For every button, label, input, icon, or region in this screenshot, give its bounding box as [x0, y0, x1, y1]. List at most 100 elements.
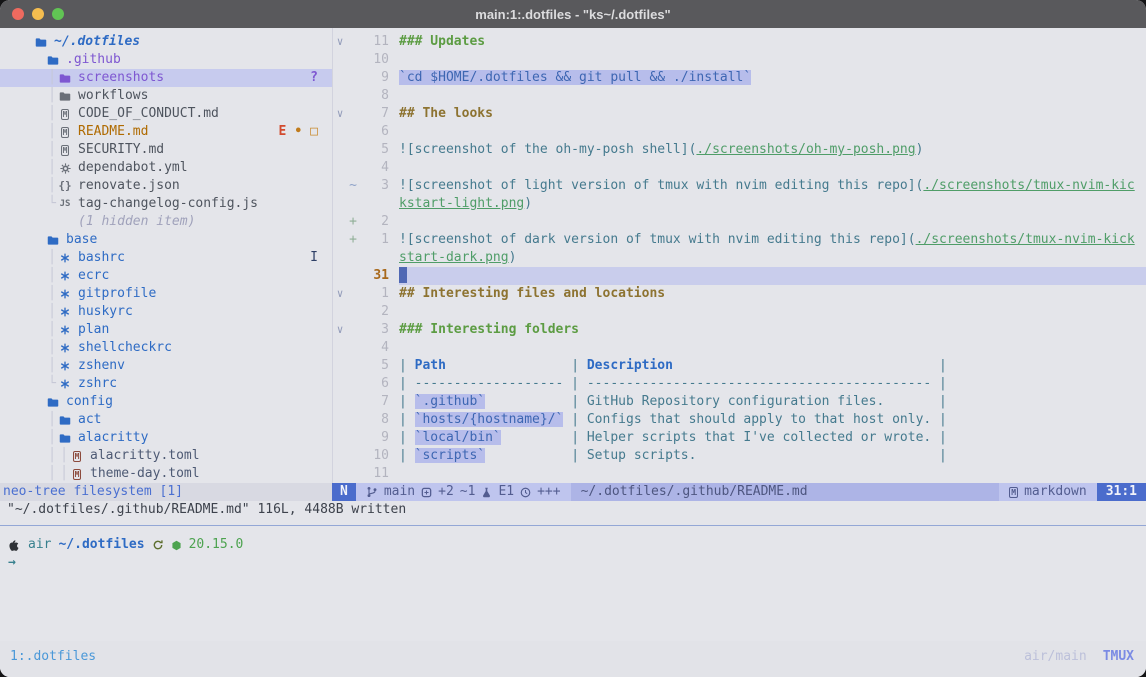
editor-line[interactable]: 9| `local/bin` | Helper scripts that I'v… — [333, 429, 1146, 447]
editor-line[interactable]: ∨11### Updates — [333, 33, 1146, 51]
editor-line[interactable]: kstart-light.png) — [333, 195, 1146, 213]
folder-icon — [34, 37, 48, 48]
fold-marker — [333, 195, 347, 213]
tree-item-shellcheckrc[interactable]: │shellcheckrc — [0, 339, 332, 357]
editor-line[interactable]: 6 — [333, 123, 1146, 141]
prompt-hostname: air — [28, 536, 51, 554]
fold-marker[interactable]: ∨ — [333, 321, 347, 339]
editor-line[interactable]: 8 — [333, 87, 1146, 105]
tree-item-label: huskyrc — [78, 303, 133, 321]
toml-icon: M — [70, 469, 84, 480]
shell-pane[interactable]: air ~/.dotfiles 20.15.0 → — [0, 526, 1146, 641]
zoom-button[interactable] — [52, 8, 64, 20]
editor-line[interactable]: 7| `.github` | GitHub Repository configu… — [333, 393, 1146, 411]
line-number: 5 — [359, 141, 399, 159]
tree-item-huskyrc[interactable]: │ huskyrc — [0, 303, 332, 321]
folder-icon — [46, 397, 60, 408]
editor-line[interactable]: +1![screenshot of dark version of tmux w… — [333, 231, 1146, 249]
braces-icon: {} — [58, 177, 72, 195]
tree-item-zshenv[interactable]: │zshenv — [0, 357, 332, 375]
close-button[interactable] — [12, 8, 24, 20]
editor-line[interactable]: 2 — [333, 303, 1146, 321]
line-number: 1 — [359, 285, 399, 303]
line-number: 7 — [359, 105, 399, 123]
editor-buffer[interactable]: ∨11### Updates109`cd $HOME/.dotfiles && … — [332, 28, 1146, 483]
tree-item-readme.md[interactable]: │MREADME.mdE•□ — [0, 123, 332, 141]
fold-marker — [333, 429, 347, 447]
tree-item-dependabot.yml[interactable]: │dependabot.yml — [0, 159, 332, 177]
tree-item-code-of-conduct.md[interactable]: │MCODE_OF_CONDUCT.md — [0, 105, 332, 123]
git-sign — [347, 411, 359, 429]
line-number: 10 — [359, 51, 399, 69]
window-title: main:1:.dotfiles - "ks~/.dotfiles" — [475, 7, 670, 22]
fold-marker[interactable]: ∨ — [333, 105, 347, 123]
line-number: 11 — [359, 465, 399, 483]
tree-item-theme-day.toml[interactable]: ││Mtheme-day.toml — [0, 465, 332, 483]
editor-line[interactable]: ~3![screenshot of light version of tmux … — [333, 177, 1146, 195]
editor-line[interactable]: ∨3### Interesting folders — [333, 321, 1146, 339]
tree-item-base[interactable]: base — [0, 231, 332, 249]
tree-item-plan[interactable]: │plan — [0, 321, 332, 339]
tmux-session-window[interactable]: 1:.dotfiles — [10, 648, 96, 666]
tree-item-zshrc[interactable]: └zshrc — [0, 375, 332, 393]
indent-guide: │ — [46, 303, 58, 321]
line-text — [399, 87, 1146, 105]
editor-line[interactable]: 4 — [333, 339, 1146, 357]
indent-guide: │ — [46, 411, 58, 429]
editor-line[interactable]: 5| Path | Description | — [333, 357, 1146, 375]
statusline-left: main +2 ~1 E1 +++ — [356, 483, 571, 501]
tree-item--.dotfiles[interactable]: ~/.dotfiles — [0, 33, 332, 51]
tree-item-alacritty.toml[interactable]: ││Malacritty.toml — [0, 447, 332, 465]
tree-item-act[interactable]: │act — [0, 411, 332, 429]
tree-item--1-hidden-item-[interactable]: (1 hidden item) — [0, 213, 332, 231]
node-version-icon — [171, 540, 182, 551]
prompt-arrow: → — [8, 554, 16, 572]
editor-line[interactable]: ∨1## Interesting files and locations — [333, 285, 1146, 303]
tree-item-bashrc[interactable]: │bashrcI — [0, 249, 332, 267]
minimize-button[interactable] — [32, 8, 44, 20]
editor-line[interactable]: start-dark.png) — [333, 249, 1146, 267]
line-number: 2 — [359, 213, 399, 231]
tree-item-gitprofile[interactable]: │gitprofile — [0, 285, 332, 303]
editor-line[interactable]: 6| ------------------- | ---------------… — [333, 375, 1146, 393]
editor-line[interactable]: 9`cd $HOME/.dotfiles && git pull && ./in… — [333, 69, 1146, 87]
markdown-icon: M — [58, 145, 72, 156]
titlebar[interactable]: main:1:.dotfiles - "ks~/.dotfiles" — [0, 0, 1146, 29]
asterisk-icon — [58, 325, 72, 335]
tree-item-screenshots[interactable]: │screenshots? — [0, 69, 332, 87]
indent-guide: │ — [46, 339, 58, 357]
editor-line[interactable]: 5![screenshot of the oh-my-posh shell](.… — [333, 141, 1146, 159]
item-badges: I — [310, 249, 318, 267]
fold-marker[interactable]: ∨ — [333, 33, 347, 51]
editor-line[interactable]: ∨7## The looks — [333, 105, 1146, 123]
tree-item-label: (1 hidden item) — [78, 213, 195, 231]
tree-item-renovate.json[interactable]: │{}renovate.json — [0, 177, 332, 195]
line-text — [399, 267, 1146, 285]
editor-line[interactable]: 8| `hosts/{hostname}/` | Configs that sh… — [333, 411, 1146, 429]
line-text — [399, 465, 1146, 483]
indent-guide: └ — [46, 375, 58, 393]
tree-item-alacritty[interactable]: │alacritty — [0, 429, 332, 447]
editor-line[interactable]: 10 — [333, 51, 1146, 69]
git-sign — [347, 447, 359, 465]
editor-line[interactable]: 11 — [333, 465, 1146, 483]
line-number: 9 — [359, 69, 399, 87]
tree-item-config[interactable]: config — [0, 393, 332, 411]
editor-line[interactable]: 4 — [333, 159, 1146, 177]
editor-line[interactable]: 31 — [333, 267, 1146, 285]
folder-icon — [58, 73, 72, 84]
fold-marker — [333, 465, 347, 483]
neo-tree-sidebar[interactable]: ~/.dotfiles.github│screenshots?│workflow… — [0, 28, 332, 483]
tree-item-workflows[interactable]: │workflows — [0, 87, 332, 105]
tree-item-security.md[interactable]: │MSECURITY.md — [0, 141, 332, 159]
tree-item-tag-changelog-config.js[interactable]: └JStag-changelog-config.js — [0, 195, 332, 213]
editor-line[interactable]: +2 — [333, 213, 1146, 231]
fold-marker[interactable]: ∨ — [333, 285, 347, 303]
git-sign: + — [347, 213, 359, 231]
editor-line[interactable]: 10| `scripts` | Setup scripts. | — [333, 447, 1146, 465]
tree-item-ecrc[interactable]: │ecrc — [0, 267, 332, 285]
diff-added: +2 — [438, 483, 454, 501]
tree-item-.github[interactable]: .github — [0, 51, 332, 69]
line-number: 4 — [359, 159, 399, 177]
line-text: | `local/bin` | Helper scripts that I've… — [399, 429, 1146, 447]
